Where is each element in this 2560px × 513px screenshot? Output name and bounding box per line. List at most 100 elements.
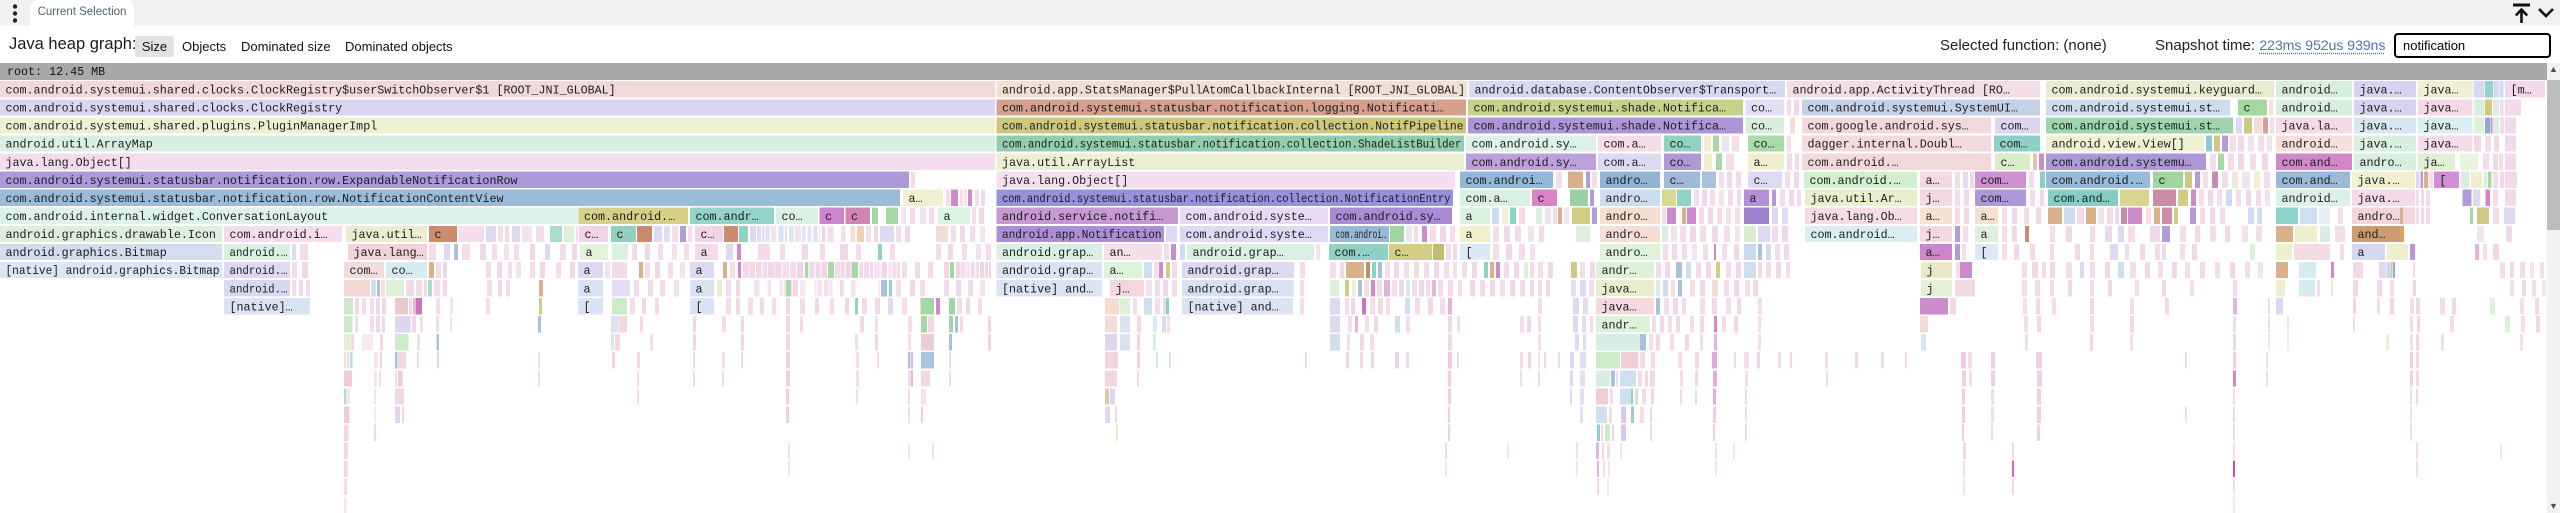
svg-text:com.android.systemui.shade.Not: com.android.systemui.shade.Notifica… <box>1474 120 1727 134</box>
svg-text:java…: java… <box>1602 282 1637 296</box>
svg-text:android.graphics.Bitmap: android.graphics.Bitmap <box>6 246 167 260</box>
svg-text:android.app.StatsManager$PullA: android.app.StatsManager$PullAtomCallbac… <box>1002 84 1465 98</box>
svg-text:[: [ <box>1466 246 1473 260</box>
svg-text:java…: java… <box>2424 102 2459 116</box>
svg-text:com.android.syste…: com.android.syste… <box>1186 228 1312 242</box>
svg-text:ja…: ja… <box>2424 156 2445 170</box>
svg-text:a: a <box>584 282 591 296</box>
svg-text:a: a <box>696 264 703 278</box>
svg-text:andro…: andro… <box>1606 192 1648 206</box>
svg-text:c: c <box>2159 174 2166 188</box>
svg-text:a…: a… <box>1981 210 1995 224</box>
svg-text:com.android.systemui.statusbar: com.android.systemui.statusbar.notificat… <box>1002 120 1464 134</box>
svg-text:android.app.ActivityThread [RO: android.app.ActivityThread [RO… <box>1793 84 2010 98</box>
svg-text:com.android.systemui.statusbar: com.android.systemui.statusbar.notificat… <box>1002 102 1444 116</box>
svg-text:a: a <box>944 210 951 224</box>
svg-text:[native] and…: [native] and… <box>1002 282 1093 296</box>
svg-text:a: a <box>701 246 708 260</box>
svg-text:java…: java… <box>1602 300 1637 314</box>
svg-text:com.android.sy…: com.android.sy… <box>1472 138 1577 152</box>
svg-text:a: a <box>584 264 591 278</box>
svg-text:java.util.ArrayList: java.util.ArrayList <box>1002 156 1135 170</box>
svg-text:com.and…: com.and… <box>2282 156 2338 170</box>
svg-text:com.and…: com.and… <box>2054 192 2110 206</box>
svg-text:[: [ <box>584 300 591 314</box>
svg-text:com.android.…: com.android.… <box>2052 174 2143 188</box>
svg-text:[: [ <box>2439 174 2446 188</box>
svg-text:com.google.android.sys…: com.google.android.sys… <box>1808 120 1969 134</box>
svg-text:android.view.View[]: android.view.View[] <box>2052 138 2185 152</box>
svg-text:co…: co… <box>1670 138 1691 152</box>
svg-text:java…: java… <box>2424 138 2459 152</box>
svg-text:com.android.systemui.shared.pl: com.android.systemui.shared.plugins.Plug… <box>6 120 378 134</box>
svg-text:c…: c… <box>2001 156 2015 170</box>
svg-text:com.android.systemui.statusbar: com.android.systemui.statusbar.notificat… <box>6 174 518 188</box>
svg-text:c: c <box>617 228 624 242</box>
svg-text:[m…: [m… <box>2511 84 2532 98</box>
svg-text:com.a…: com.a… <box>1466 192 1508 206</box>
svg-text:android.util.ArrayMap: android.util.ArrayMap <box>6 138 153 152</box>
svg-text:andro…: andro… <box>1606 228 1648 242</box>
svg-text:java…: java… <box>2424 84 2459 98</box>
svg-text:java.…: java.… <box>2360 84 2402 98</box>
svg-text:[native] android.graphics.Bitm: [native] android.graphics.Bitmap <box>6 264 220 278</box>
svg-text:a…: a… <box>909 192 923 206</box>
svg-text:com.android.systemui.st…: com.android.systemui.st… <box>2052 120 2220 134</box>
svg-text:java.…: java.… <box>2360 102 2402 116</box>
svg-text:a…: a… <box>1110 264 1124 278</box>
svg-text:an…: an… <box>1110 246 1131 260</box>
svg-text:java.…: java.… <box>2360 120 2402 134</box>
svg-text:com…: com… <box>350 264 378 278</box>
svg-text:com.…: com.… <box>1335 246 1370 260</box>
svg-text:java.lang.Object[]: java.lang.Object[] <box>1002 174 1128 188</box>
svg-text:android…: android… <box>2282 138 2338 152</box>
svg-text:andro…: andro… <box>1606 246 1648 260</box>
svg-text:android.app.Notification: android.app.Notification <box>1002 228 1162 242</box>
svg-text:com…: com… <box>1981 174 2009 188</box>
svg-text:com.android.systemui.statusbar: com.android.systemui.statusbar.notificat… <box>1002 192 1451 206</box>
svg-text:com…: com… <box>2000 138 2028 152</box>
svg-text:com.android.systemui.SystemUI…: com.android.systemui.SystemUI… <box>1808 102 2018 116</box>
svg-text:com.a…: com.a… <box>1604 156 1646 170</box>
svg-text:c…: c… <box>1395 246 1409 260</box>
svg-text:[native] and…: [native] and… <box>1188 300 1279 314</box>
svg-text:android.…: android.… <box>230 246 288 260</box>
svg-text:co…: co… <box>1670 156 1691 170</box>
svg-text:android.database.ContentObserv: android.database.ContentObserver$Transpo… <box>1475 84 1777 98</box>
svg-text:andro…: andro… <box>1606 174 1648 188</box>
svg-text:java.…: java.… <box>2358 192 2400 206</box>
svg-text:java.la…: java.la… <box>2282 120 2338 134</box>
svg-text:a…: a… <box>1754 156 1768 170</box>
svg-text:java.util…: java.util… <box>352 228 422 242</box>
svg-text:[: [ <box>696 300 703 314</box>
svg-text:android.graphics.drawable.Icon: android.graphics.drawable.Icon <box>6 228 216 242</box>
svg-text:j…: j… <box>1116 282 1130 296</box>
svg-text:j: j <box>1927 264 1934 278</box>
svg-text:com.android.…: com.android.… <box>1808 156 1899 170</box>
svg-text:c…: c… <box>585 228 599 242</box>
svg-text:com.android.sy…: com.android.sy… <box>1336 210 1441 224</box>
svg-text:andr…: andr… <box>1602 318 1637 332</box>
svg-text:com.andr…: com.andr… <box>696 210 759 224</box>
svg-text:com.androi…: com.androi… <box>1466 174 1543 188</box>
svg-text:a…: a… <box>1926 246 1940 260</box>
svg-text:android…: android… <box>2282 192 2338 206</box>
svg-text:com.android.systemui.statusbar: com.android.systemui.statusbar.notificat… <box>6 192 504 206</box>
svg-text:android.grap…: android.grap… <box>1193 246 1284 260</box>
svg-text:android…: android… <box>2282 102 2338 116</box>
svg-text:java.…: java.… <box>2360 138 2402 152</box>
svg-text:j…: j… <box>1926 228 1940 242</box>
svg-text:com.android.systemui.shade.Not: com.android.systemui.shade.Notifica… <box>1474 102 1727 116</box>
svg-text:co…: co… <box>392 264 413 278</box>
svg-text:[native]…: [native]… <box>230 300 293 314</box>
svg-text:c: c <box>825 210 832 224</box>
svg-text:c: c <box>435 228 442 242</box>
svg-text:com.android.syste…: com.android.syste… <box>1186 210 1312 224</box>
svg-text:java.lang.Object[]: java.lang.Object[] <box>6 156 132 170</box>
svg-text:a…: a… <box>1926 174 1940 188</box>
svg-text:com.android.…: com.android.… <box>1810 174 1901 188</box>
svg-text:java…: java… <box>2424 120 2459 134</box>
svg-text:com.android.systemui.keyguard…: com.android.systemui.keyguard… <box>2052 84 2262 98</box>
svg-text:a: a <box>1466 210 1473 224</box>
svg-text:andro…: andro… <box>1606 210 1648 224</box>
